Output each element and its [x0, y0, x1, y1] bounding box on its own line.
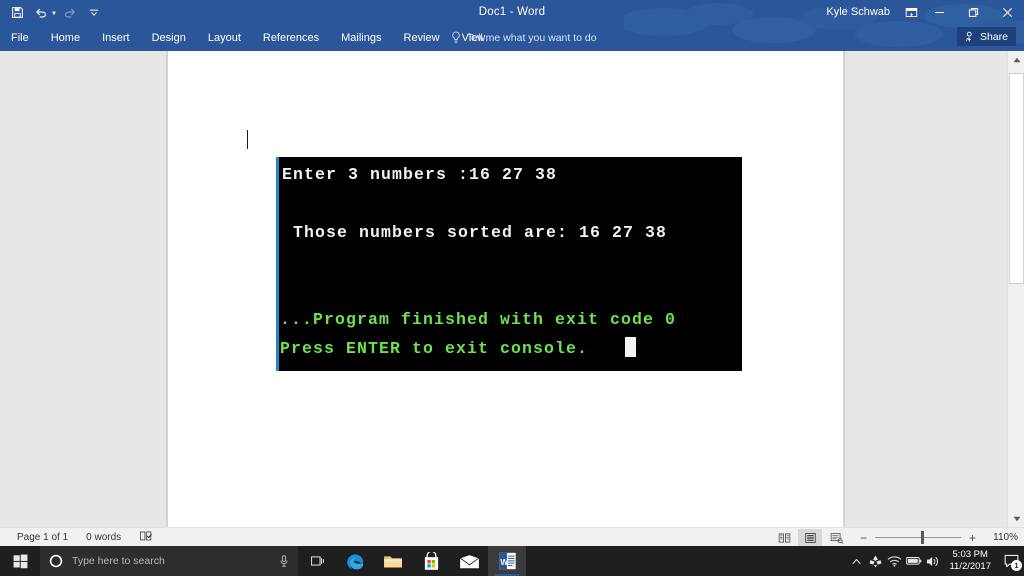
- start-button[interactable]: [0, 546, 40, 576]
- zoom-in-button[interactable]: +: [967, 531, 978, 545]
- notification-badge: 1: [1011, 560, 1022, 571]
- console-line-3: ...Program finished with exit code 0: [280, 310, 677, 329]
- volume-icon[interactable]: [923, 546, 942, 576]
- tell-me-search[interactable]: Tell me what you want to do: [451, 24, 597, 51]
- tab-insert[interactable]: Insert: [91, 24, 141, 51]
- wifi-icon[interactable]: [885, 546, 904, 576]
- tab-mailings[interactable]: Mailings: [330, 24, 392, 51]
- console-line-4: Press ENTER to exit console.: [280, 339, 589, 358]
- zoom-level-label[interactable]: 110%: [984, 532, 1018, 543]
- windows-logo-icon: [13, 554, 27, 568]
- account-name[interactable]: Kyle Schwab: [826, 6, 890, 18]
- cortana-circle-icon: [49, 554, 63, 568]
- status-bar-left: Page 1 of 1 0 words: [0, 530, 162, 545]
- clock-time: 5:03 PM: [952, 549, 988, 560]
- document-page[interactable]: Enter 3 numbers :16 27 38 Those numbers …: [168, 51, 843, 527]
- lightbulb-icon: [452, 31, 460, 43]
- restore-button[interactable]: [956, 0, 990, 24]
- status-bar-right: − + 110%: [772, 528, 1018, 547]
- tab-design[interactable]: Design: [141, 24, 197, 51]
- page-count[interactable]: Page 1 of 1: [8, 532, 77, 543]
- show-hidden-icons-icon[interactable]: [847, 546, 866, 576]
- battery-icon[interactable]: [904, 546, 923, 576]
- file-explorer-icon[interactable]: [374, 546, 412, 576]
- ribbon-tabs: File Home Insert Design Layout Reference…: [0, 24, 496, 51]
- quick-access-toolbar: ▼: [6, 0, 105, 24]
- taskbar-clock[interactable]: 5:03 PM 11/2/2017: [942, 549, 998, 573]
- close-button[interactable]: [990, 0, 1024, 24]
- print-layout-icon[interactable]: [798, 529, 822, 546]
- minimize-button[interactable]: [922, 0, 956, 24]
- zoom-slider[interactable]: [875, 531, 961, 544]
- console-cursor: [625, 337, 636, 357]
- tab-references[interactable]: References: [252, 24, 330, 51]
- tab-review[interactable]: Review: [393, 24, 451, 51]
- title-bar: ▼ Doc1 - Word Kyle Schwab: [0, 0, 1024, 24]
- action-center-button[interactable]: 1: [998, 546, 1024, 576]
- undo-dropdown-icon[interactable]: ▼: [51, 11, 57, 17]
- tab-home[interactable]: Home: [40, 24, 91, 51]
- scroll-down-icon[interactable]: [1008, 510, 1024, 527]
- zoom-control: − + 110%: [858, 531, 1018, 545]
- scrollbar-thumb[interactable]: [1009, 73, 1024, 284]
- tab-layout[interactable]: Layout: [197, 24, 252, 51]
- edge-icon[interactable]: [336, 546, 374, 576]
- redo-icon[interactable]: [59, 1, 81, 23]
- web-layout-icon[interactable]: [824, 529, 848, 546]
- zoom-out-button[interactable]: −: [858, 531, 869, 545]
- undo-icon[interactable]: [30, 1, 52, 23]
- console-line-2: Those numbers sorted are: 16 27 38: [282, 223, 668, 242]
- word-count[interactable]: 0 words: [77, 532, 130, 543]
- microphone-icon[interactable]: [279, 554, 289, 568]
- clock-date: 11/2/2017: [949, 561, 991, 572]
- save-icon[interactable]: [6, 1, 28, 23]
- task-view-icon[interactable]: [298, 546, 336, 576]
- document-workspace: Enter 3 numbers :16 27 38 Those numbers …: [0, 51, 1024, 527]
- word-icon[interactable]: W: [488, 546, 526, 576]
- svg-text:W: W: [500, 558, 508, 567]
- share-label: Share: [979, 30, 1008, 43]
- console-line-1: Enter 3 numbers :16 27 38: [282, 165, 558, 184]
- read-mode-icon[interactable]: [772, 529, 796, 546]
- vertical-scrollbar[interactable]: [1007, 51, 1024, 527]
- console-screenshot-image[interactable]: Enter 3 numbers :16 27 38 Those numbers …: [276, 157, 742, 371]
- status-bar: Page 1 of 1 0 words − + 110%: [0, 527, 1024, 546]
- tab-file[interactable]: File: [0, 24, 40, 51]
- system-tray: 5:03 PM 11/2/2017 1: [847, 546, 1024, 576]
- mail-icon[interactable]: [450, 546, 488, 576]
- scroll-up-icon[interactable]: [1008, 51, 1024, 68]
- title-bar-controls: Kyle Schwab: [826, 0, 1024, 24]
- microsoft-store-icon[interactable]: [412, 546, 450, 576]
- customize-quick-access-icon[interactable]: [83, 1, 105, 23]
- word-application-window: ▼ Doc1 - Word Kyle Schwab File Home Inse…: [0, 0, 1024, 576]
- taskbar-search-box[interactable]: Type here to search: [40, 546, 298, 576]
- ribbon-tab-bar: File Home Insert Design Layout Reference…: [0, 24, 1024, 51]
- windows-taskbar: Type here to search W 5:03 PM 11/2/2017 …: [0, 546, 1024, 576]
- text-cursor: [247, 130, 248, 149]
- tell-me-label: Tell me what you want to do: [467, 31, 597, 44]
- share-person-icon: [966, 31, 972, 42]
- share-button[interactable]: Share: [956, 27, 1016, 46]
- page-right-edge: [843, 51, 845, 527]
- search-input-placeholder[interactable]: Type here to search: [72, 555, 270, 567]
- ribbon-display-options-icon[interactable]: [900, 1, 922, 23]
- zoom-slider-thumb[interactable]: [921, 531, 924, 544]
- proofing-errors-icon[interactable]: [130, 530, 162, 545]
- onedrive-icon[interactable]: [866, 546, 885, 576]
